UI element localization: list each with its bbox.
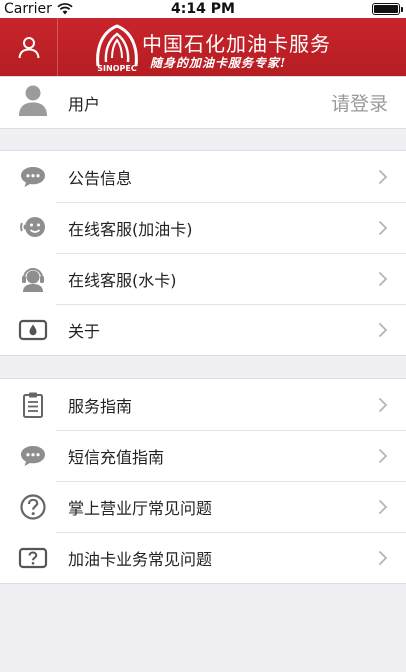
chevron-right-icon [378, 322, 388, 338]
chevron-right-icon [378, 397, 388, 413]
chevron-right-icon [378, 169, 388, 185]
menu-item-label: 关于 [68, 321, 101, 341]
status-time: 4:14 PM [171, 1, 235, 17]
chevron-right-icon [378, 550, 388, 566]
menu-item-support-fuel-card[interactable]: 在线客服(加油卡) [0, 202, 406, 253]
question-box-icon [18, 543, 48, 573]
chevron-right-icon [378, 271, 388, 287]
account-row[interactable]: 用户 请登录 [0, 77, 406, 128]
menu-item-mobile-hall-faq[interactable]: 掌上营业厅常见问题 [0, 481, 406, 532]
clipboard-icon [18, 390, 48, 420]
logo-wordmark: SINOPEC [97, 64, 137, 72]
sinopec-logo: SINOPEC [92, 22, 142, 73]
avatar-icon [18, 85, 48, 116]
menu-item-label: 加油卡业务常见问题 [68, 549, 213, 569]
app-header: SINOPEC 中国石化加油卡服务 随身的加油卡服务专家! [0, 18, 406, 76]
menu-item-label: 在线客服(水卡) [68, 270, 177, 290]
chevron-right-icon [378, 448, 388, 464]
menu-item-label: 服务指南 [68, 396, 133, 416]
menu-item-label: 在线客服(加油卡) [68, 219, 193, 239]
headset-agent-icon [18, 264, 48, 294]
menu-group-1: 公告信息 在线客服(加油卡) 在线客服(水卡) 关于 [0, 150, 406, 356]
menu-item-label: 短信充值指南 [68, 447, 165, 467]
water-drop-icon [18, 315, 48, 345]
support-agent-icon [18, 213, 48, 243]
brand-title: 中国石化加油卡服务 [142, 32, 331, 56]
login-button[interactable]: 请登录 [331, 89, 388, 116]
menu-item-label: 公告信息 [68, 168, 133, 188]
status-bar: Carrier 4:14 PM [0, 0, 406, 18]
speech-bubble-icon [18, 162, 48, 192]
account-section: 用户 请登录 [0, 76, 406, 129]
user-icon [18, 37, 39, 59]
header-user-button[interactable] [0, 18, 58, 76]
chevron-right-icon [378, 220, 388, 236]
sms-bubble-icon [18, 441, 48, 471]
menu-item-support-water-card[interactable]: 在线客服(水卡) [0, 253, 406, 304]
menu-item-service-guide[interactable]: 服务指南 [0, 379, 406, 430]
question-circle-icon [18, 492, 48, 522]
menu-item-sms-recharge-guide[interactable]: 短信充值指南 [0, 430, 406, 481]
chevron-right-icon [378, 499, 388, 515]
battery-icon [372, 3, 403, 15]
menu-group-2: 服务指南 短信充值指南 掌上营业厅常见问题 加油卡业务常见问题 [0, 378, 406, 584]
brand-slogan: 随身的加油卡服务专家! [150, 56, 287, 70]
menu-item-announcements[interactable]: 公告信息 [0, 151, 406, 202]
menu-item-about[interactable]: 关于 [0, 304, 406, 355]
menu-item-label: 掌上营业厅常见问题 [68, 498, 213, 518]
account-label: 用户 [68, 94, 101, 114]
menu-item-fuel-card-faq[interactable]: 加油卡业务常见问题 [0, 532, 406, 583]
